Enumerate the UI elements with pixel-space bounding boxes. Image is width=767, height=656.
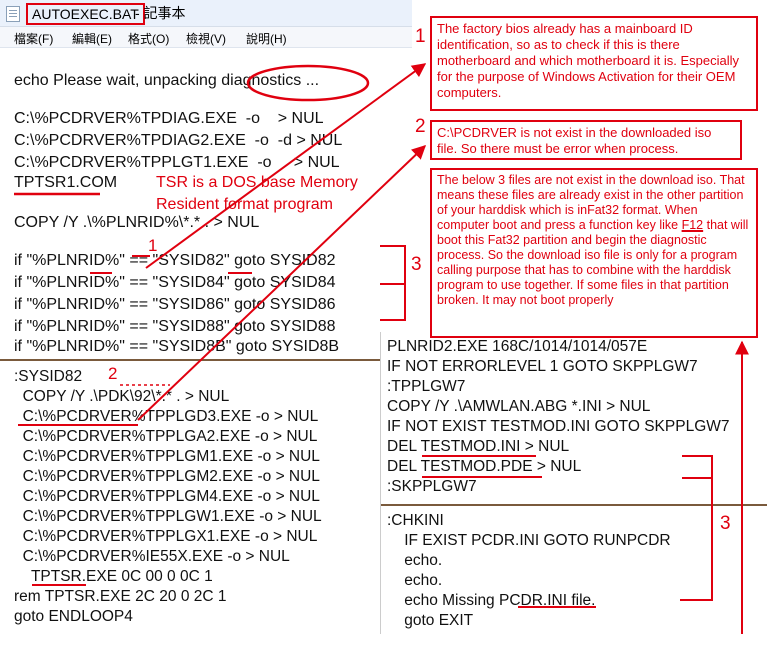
annotation-note-1: The factory bios already has a mainboard… xyxy=(430,16,758,111)
editor-line: C:\%PCDRVER%TPPLGW1.EXE -o > NUL xyxy=(14,508,322,525)
annotation-note-2: C:\PCDRVER is not exist in the downloade… xyxy=(430,120,742,160)
annotation-number-2: 2 xyxy=(108,364,118,383)
editor-line: C:\%PCDRVER%TPPLGD3.EXE -o > NUL xyxy=(14,408,319,425)
editor-line: if "%PLNRID%" == "SYSID88" goto SYSID88 xyxy=(14,318,336,335)
annotation-number-3: 3 xyxy=(411,254,422,275)
editor-line: if "%PLNRID%" == "SYSID8B" goto SYSID8B xyxy=(14,338,340,355)
annotation-number-2: 2 xyxy=(415,116,426,137)
editor-line: IF NOT ERRORLEVEL 1 GOTO SKPPLGW7 xyxy=(387,358,698,375)
window-title-filename: AUTOEXEC.BAT xyxy=(26,3,145,25)
editor-text-bottom: :SYSID82 COPY /Y .\PDK\92\*.* . > NUL C:… xyxy=(14,368,380,634)
editor-line: COPY /Y .\%PLNRID%\*.* . > NUL xyxy=(14,214,260,231)
right-code-block-1: PLNRID2.EXE 168C/1014/1014/057E IF NOT E… xyxy=(387,338,763,498)
editor-line: C:\%PCDRVER%TPPLGA2.EXE -o > NUL xyxy=(14,428,318,445)
editor-line: echo Please wait, unpacking diagnostics … xyxy=(14,72,320,89)
editor-line: rem TPTSR.EXE 2C 20 0 2C 1 xyxy=(14,588,227,605)
annotation-note-1-text: The factory bios already has a mainboard… xyxy=(437,21,740,100)
editor-line: C:\%PCDRVER%TPPLGT1.EXE -o > NUL xyxy=(14,154,340,171)
editor-line: :TPPLGW7 xyxy=(387,378,466,395)
annotation-note-2-text: C:\PCDRVER is not exist in the downloade… xyxy=(437,125,712,156)
annotation-note-3: The below 3 files are not exist in the d… xyxy=(430,168,758,338)
editor-line: PLNRID2.EXE 168C/1014/1014/057E xyxy=(387,338,648,355)
menu-file[interactable]: 檔案(F) xyxy=(14,30,53,47)
divider xyxy=(381,504,767,506)
editor-line: goto EXIT xyxy=(387,612,474,629)
editor-line: echo. xyxy=(387,572,443,589)
editor-line: C:\%PCDRVER%TPPLGM2.EXE -o > NUL xyxy=(14,468,320,485)
editor-line: COPY /Y .\PDK\92\*.* . > NUL xyxy=(14,388,230,405)
menu-bar: 檔案(F) 編輯(E) 格式(O) 檢視(V) 說明(H) xyxy=(0,27,412,48)
editor-line: goto ENDLOOP4 xyxy=(14,608,133,625)
editor-line: IF EXIST PCDR.INI GOTO RUNPCDR xyxy=(387,532,671,549)
editor-line: C:\%PCDRVER%TPDIAG2.EXE -o -d > NUL xyxy=(14,132,343,149)
menu-view[interactable]: 檢視(V) xyxy=(186,30,226,47)
notepad-icon xyxy=(6,6,20,22)
editor-line: echo. xyxy=(387,552,443,569)
window-title-bar: AUTOEXEC.BAT - 記事本 xyxy=(0,0,412,27)
annotation-number-1: 1 xyxy=(415,26,426,47)
menu-edit[interactable]: 編輯(E) xyxy=(72,30,112,47)
annotation-tsr-note: TSR is a DOS base Memory Resident format… xyxy=(156,174,358,213)
annotation-number-3: 3 xyxy=(720,513,731,534)
editor-line: :SKPPLGW7 xyxy=(387,478,477,495)
editor-line: DEL TESTMOD.PDE > NUL xyxy=(387,458,582,475)
divider xyxy=(0,359,382,361)
editor-line: DEL TESTMOD.INI > NUL xyxy=(387,438,570,455)
editor-line: TPTSR1.COM xyxy=(14,174,118,191)
annotation-number-1: 1 xyxy=(148,236,158,255)
editor-text-right: PLNRID2.EXE 168C/1014/1014/057E IF NOT E… xyxy=(380,332,767,634)
editor-line: C:\%PCDRVER%TPPLGX1.EXE -o > NUL xyxy=(14,528,318,545)
menu-format[interactable]: 格式(O) xyxy=(128,30,169,47)
editor-line: C:\%PCDRVER%TPPLGM4.EXE -o > NUL xyxy=(14,488,320,505)
editor-line: IF NOT EXIST TESTMOD.INI GOTO SKPPLGW7 xyxy=(387,418,730,435)
editor-line: if "%PLNRID%" == "SYSID84" goto SYSID84 xyxy=(14,274,336,291)
editor-line: C:\%PCDRVER%IE55X.EXE -o > NUL xyxy=(14,548,290,565)
editor-line: C:\%PCDRVER%TPPLGM1.EXE -o > NUL xyxy=(14,448,320,465)
editor-line: COPY /Y .\AMWLAN.ABG *.INI > NUL xyxy=(387,398,651,415)
menu-help[interactable]: 說明(H) xyxy=(246,30,287,47)
annotation-note-3-key: F12 xyxy=(681,218,704,232)
editor-line: if "%PLNRID%" == "SYSID86" goto SYSID86 xyxy=(14,296,336,313)
right-code-block-2: :CHKINI IF EXIST PCDR.INI GOTO RUNPCDR e… xyxy=(387,512,763,632)
editor-line: C:\%PCDRVER%TPDIAG.EXE -o > NUL xyxy=(14,110,324,127)
editor-line: :CHKINI xyxy=(387,512,444,529)
editor-line: :SYSID82 xyxy=(14,368,83,385)
window-title-app: - 記事本 xyxy=(135,5,186,21)
editor-line: TPTSR.EXE 0C 00 0 0C 1 xyxy=(14,568,213,585)
editor-line: if "%PLNRID%" == "SYSID82" goto SYSID82 xyxy=(14,252,336,269)
editor-line: echo Missing PCDR.INI file. xyxy=(387,592,596,609)
